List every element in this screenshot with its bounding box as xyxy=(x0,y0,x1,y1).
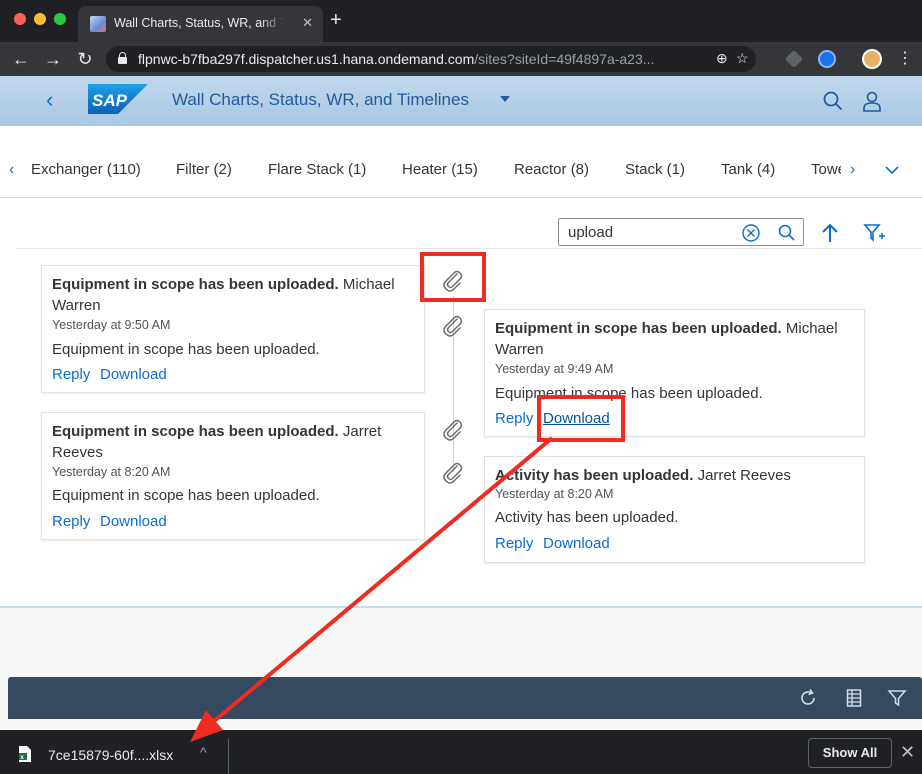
browser-tab[interactable]: Wall Charts, Status, WR, and Timelines ✕ xyxy=(78,6,323,42)
search-icon[interactable] xyxy=(822,90,844,112)
post-header: Equipment in scope has been uploaded. Ja… xyxy=(52,423,382,461)
downloaded-file-name[interactable]: 7ce15879-60f....xlsx xyxy=(48,747,173,763)
extension-icon[interactable] xyxy=(818,50,836,68)
profile-avatar[interactable] xyxy=(862,49,882,69)
address-bar-row: ← → ↻ flpnwc-b7fba297f.dispatcher.us1.ha… xyxy=(0,42,922,76)
forward-arrow-icon[interactable]: → xyxy=(42,48,64,70)
attachment-highlight-box xyxy=(420,252,486,302)
post-header: Equipment in scope has been uploaded. Mi… xyxy=(495,320,838,358)
footer-toolbar xyxy=(8,677,922,719)
download-highlight-box xyxy=(537,395,625,442)
window-maximize-button[interactable] xyxy=(54,13,66,25)
reply-link[interactable]: Reply xyxy=(495,535,533,552)
timeline-post-card: Activity has been uploaded. Jarret Reeve… xyxy=(484,456,865,563)
reply-link[interactable]: Reply xyxy=(495,410,533,427)
toolbar-divider xyxy=(16,248,922,249)
file-options-chevron-icon[interactable]: ^ xyxy=(200,744,207,760)
tab-reactor[interactable]: Reactor (8) xyxy=(514,161,589,178)
post-timestamp: Yesterday at 8:20 AM xyxy=(52,465,171,479)
post-body: Equipment in scope has been uploaded. xyxy=(52,487,320,504)
download-link[interactable]: Download xyxy=(543,535,610,552)
user-icon[interactable] xyxy=(861,90,883,112)
download-shelf: x 7ce15879-60f....xlsx ^ Show All ✕ xyxy=(0,730,922,774)
title-dropdown-icon[interactable] xyxy=(500,96,510,102)
app-title[interactable]: Wall Charts, Status, WR, and Timelines xyxy=(172,90,469,110)
show-all-downloads-button[interactable]: Show All xyxy=(808,738,892,768)
tab-exchanger[interactable]: Exchanger (110) xyxy=(31,161,141,178)
browser-menu-icon[interactable]: ⋮ xyxy=(894,48,916,70)
reply-link[interactable]: Reply xyxy=(52,513,90,530)
clear-search-icon[interactable] xyxy=(741,223,761,243)
tab-close-icon[interactable]: ✕ xyxy=(302,15,313,31)
url-text: flpnwc-b7fba297f.dispatcher.us1.hana.ond… xyxy=(138,51,655,67)
sap-logo: SAP xyxy=(88,84,148,114)
favicon-icon xyxy=(90,16,106,32)
post-body: Equipment in scope has been uploaded. xyxy=(52,341,320,358)
excel-file-icon: x xyxy=(19,746,31,762)
svg-text:SAP: SAP xyxy=(92,91,128,110)
post-body: Equipment in scope has been uploaded. xyxy=(495,385,763,402)
filter-icon[interactable] xyxy=(887,688,907,708)
tab-filter[interactable]: Filter (2) xyxy=(176,161,232,178)
timeline-post-card: Equipment in scope has been uploaded. Ja… xyxy=(41,412,425,540)
tab-tower[interactable]: Towe xyxy=(811,161,841,178)
scroll-left-chevron-icon[interactable]: ‹ xyxy=(9,162,14,178)
window-minimize-button[interactable] xyxy=(34,13,46,25)
post-timestamp: Yesterday at 8:20 AM xyxy=(495,487,614,501)
search-icon[interactable] xyxy=(777,223,797,243)
download-link[interactable]: Download xyxy=(100,366,167,383)
window-close-button[interactable] xyxy=(14,13,26,25)
sort-ascending-icon[interactable] xyxy=(818,221,842,245)
drive-extension-icon[interactable] xyxy=(784,49,804,69)
shelf-divider xyxy=(228,738,229,774)
attachment-icon xyxy=(443,315,463,337)
browser-tab-bar: Wall Charts, Status, WR, and Timelines ✕… xyxy=(0,0,922,42)
post-body: Activity has been uploaded. xyxy=(495,509,679,526)
category-tab-strip: ‹ Exchanger (110) Filter (2) Flare Stack… xyxy=(0,126,922,198)
timeline-post-card: Equipment in scope has been uploaded. Mi… xyxy=(41,265,425,393)
filter-add-icon[interactable] xyxy=(862,221,886,245)
attachment-icon xyxy=(443,419,463,441)
tab-heater[interactable]: Heater (15) xyxy=(402,161,478,178)
search-input[interactable]: upload xyxy=(558,218,804,246)
refresh-icon[interactable] xyxy=(798,688,818,708)
close-shelf-icon[interactable]: ✕ xyxy=(900,742,915,762)
zoom-icon[interactable]: ⊕ xyxy=(716,50,728,67)
back-arrow-icon[interactable]: ← xyxy=(10,48,32,70)
post-header: Activity has been uploaded. Jarret Reeve… xyxy=(495,467,791,484)
url-field[interactable]: flpnwc-b7fba297f.dispatcher.us1.hana.ond… xyxy=(106,46,756,72)
shell-bar: ‹ SAP Wall Charts, Status, WR, and Timel… xyxy=(0,76,922,126)
attachment-icon xyxy=(443,462,463,484)
reload-icon[interactable]: ↻ xyxy=(74,48,96,70)
back-chevron-icon[interactable]: ‹ xyxy=(46,89,53,111)
bookmark-star-icon[interactable]: ☆ xyxy=(736,50,749,67)
new-tab-button[interactable]: + xyxy=(330,10,342,30)
tab-tank[interactable]: Tank (4) xyxy=(721,161,775,178)
reply-link[interactable]: Reply xyxy=(52,366,90,383)
search-value: upload xyxy=(568,224,614,241)
svg-text:x: x xyxy=(20,754,24,761)
post-timestamp: Yesterday at 9:49 AM xyxy=(495,362,614,376)
overflow-chevron-down-icon[interactable] xyxy=(884,164,900,176)
download-link[interactable]: Download xyxy=(100,513,167,530)
scroll-right-chevron-icon[interactable]: › xyxy=(850,162,855,178)
spreadsheet-icon[interactable] xyxy=(844,688,864,708)
lock-icon xyxy=(118,52,127,64)
tab-stack[interactable]: Stack (1) xyxy=(625,161,685,178)
tab-flare-stack[interactable]: Flare Stack (1) xyxy=(268,161,366,178)
post-header: Equipment in scope has been uploaded. Mi… xyxy=(52,276,395,314)
post-timestamp: Yesterday at 9:50 AM xyxy=(52,318,171,332)
tab-title: Wall Charts, Status, WR, and Timelines xyxy=(114,16,284,30)
